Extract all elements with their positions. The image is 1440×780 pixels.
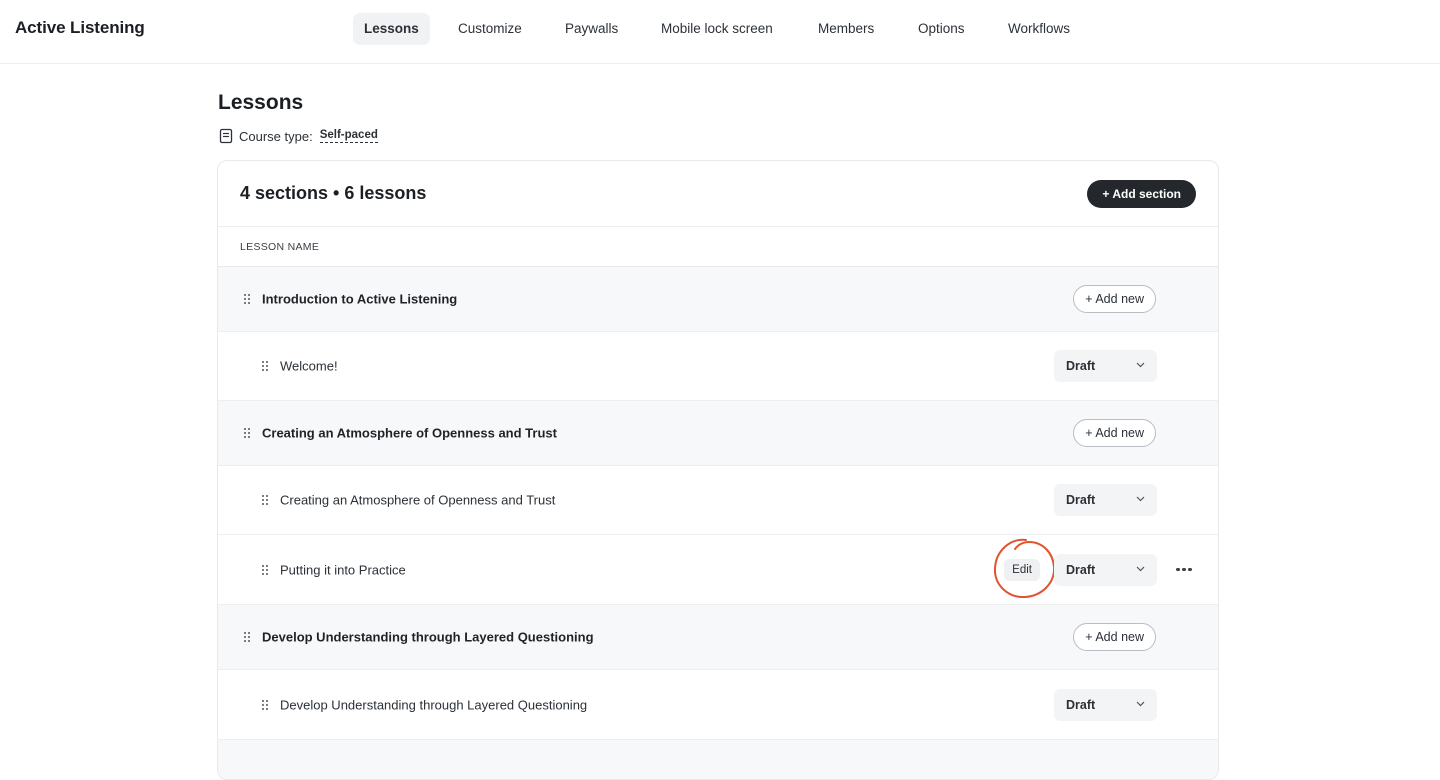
more-horizontal-icon[interactable] [1172,562,1196,578]
section-title: Creating an Atmosphere of Openness and T… [262,425,557,441]
status-value: Draft [1066,493,1096,507]
status-value: Draft [1066,562,1096,577]
lesson-title: Welcome! [280,358,338,374]
status-select[interactable]: Draft [1054,688,1157,721]
section-row [218,740,1218,779]
status-select[interactable]: Draft [1054,484,1157,516]
lesson-name-column-label: LESSON NAME [240,241,320,253]
main-nav: Lessons Customize Paywalls Mobile lock s… [0,13,1440,45]
column-header: LESSON NAME [218,227,1218,267]
chevron-down-icon [1136,701,1145,706]
sections-summary: 4 sections • 6 lessons [240,183,427,203]
lesson-row[interactable]: Creating an Atmosphere of Openness and T… [218,466,1218,535]
tab-mobile-lock-screen[interactable]: Mobile lock screen [650,13,784,45]
add-new-button[interactable]: + Add new [1073,623,1156,651]
status-select[interactable]: Draft [1054,553,1157,586]
add-new-button[interactable]: + Add new [1073,285,1156,313]
lesson-row[interactable]: Develop Understanding through Layered Qu… [218,670,1218,740]
status-select[interactable]: Draft [1054,350,1157,382]
section-row: Develop Understanding through Layered Qu… [218,605,1218,670]
status-value: Draft [1066,697,1096,712]
tab-workflows[interactable]: Workflows [997,13,1081,45]
section-row: Creating an Atmosphere of Openness and T… [218,401,1218,466]
drag-handle-icon[interactable] [244,294,250,304]
tab-members[interactable]: Members [807,13,885,45]
course-type: Course type: Self-paced [219,127,378,145]
top-bar: Active Listening Lessons Customize Paywa… [0,0,1440,64]
section-title: Introduction to Active Listening [262,291,458,307]
drag-handle-icon[interactable] [244,632,250,642]
drag-handle-icon[interactable] [262,699,268,710]
drag-handle-icon[interactable] [262,361,268,371]
page-title: Lessons [218,91,304,114]
chevron-down-icon [1136,362,1145,368]
lesson-row[interactable]: Putting it into Practice Edit Draft [218,535,1218,605]
tab-lessons[interactable]: Lessons [353,13,430,45]
add-section-button[interactable]: + Add section [1087,180,1196,208]
drag-handle-icon[interactable] [244,428,250,438]
drag-handle-icon[interactable] [262,564,268,575]
section-row: Introduction to Active Listening + Add n… [218,267,1218,332]
lesson-title: Develop Understanding through Layered Qu… [280,697,588,712]
lessons-card: 4 sections • 6 lessons + Add section LES… [217,160,1219,780]
tab-customize[interactable]: Customize [447,13,533,45]
section-title: Develop Understanding through Layered Qu… [262,629,594,645]
book-icon [219,128,233,144]
course-type-selector[interactable]: Self-paced [319,129,378,143]
tab-options[interactable]: Options [907,13,976,45]
add-new-button[interactable]: + Add new [1073,419,1156,447]
lesson-title: Creating an Atmosphere of Openness and T… [280,492,556,508]
drag-handle-icon[interactable] [262,495,268,505]
course-type-label: Course type: [239,128,313,144]
edit-button[interactable]: Edit [1004,558,1040,581]
chevron-down-icon [1136,496,1145,502]
chevron-down-icon [1136,566,1145,571]
status-value: Draft [1066,359,1096,373]
lesson-title: Putting it into Practice [280,562,406,577]
lesson-row[interactable]: Welcome! Draft [218,332,1218,401]
card-header: 4 sections • 6 lessons + Add section [218,161,1218,227]
tab-paywalls[interactable]: Paywalls [554,13,629,45]
